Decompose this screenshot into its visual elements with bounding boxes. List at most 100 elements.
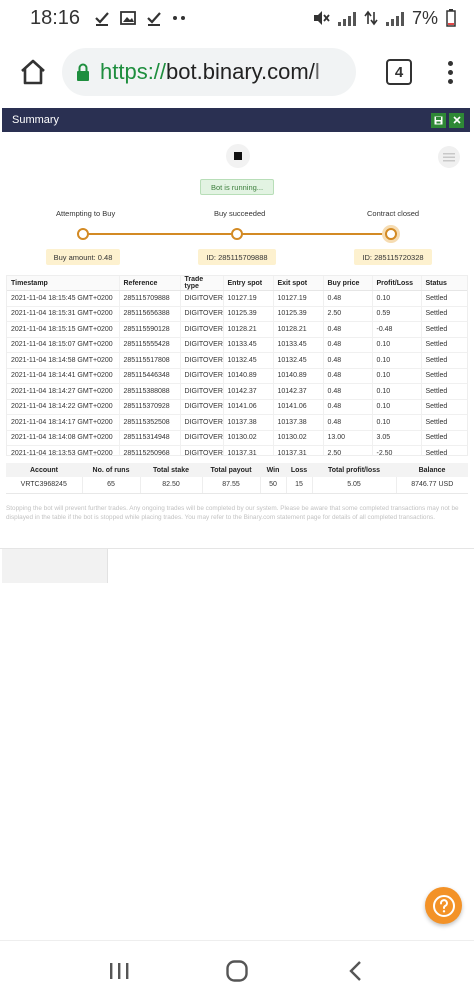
- tx-cell: -2.50: [371, 445, 421, 455]
- tx-cell: 13.00: [322, 430, 372, 446]
- tx-header-cell: Timestamp: [7, 276, 119, 291]
- step-dot-succeeded: [231, 228, 243, 240]
- tx-cell: Settled: [420, 430, 467, 446]
- help-button[interactable]: [425, 887, 462, 924]
- tx-cell: 2021-11-04 18:14:22 GMT+0200: [7, 399, 119, 415]
- url-scheme: https://: [100, 59, 167, 84]
- step-label-attempting: Attempting to Buy: [56, 209, 116, 218]
- tx-cell: 10142.37: [222, 383, 273, 400]
- tx-cell: 285115656388: [118, 306, 180, 322]
- tx-cell: Settled: [420, 306, 467, 322]
- address-bar[interactable]: https://bot.binary.com/l: [62, 48, 356, 96]
- tab-switcher-button[interactable]: 4: [386, 59, 412, 85]
- recent-apps-button[interactable]: [99, 951, 139, 991]
- home-button[interactable]: [16, 55, 50, 89]
- close-button[interactable]: [449, 112, 464, 128]
- tx-cell: 10140.89: [222, 368, 273, 384]
- tx-header-cell: Status: [420, 276, 467, 291]
- table-row: 2021-11-04 18:15:45 GMT+0200 285115709888…: [7, 290, 467, 307]
- save-icon: [434, 116, 443, 124]
- stats-header-cell: Total payout: [202, 463, 260, 477]
- tx-cell: -0.48: [371, 321, 421, 338]
- tx-cell: 0.59: [371, 306, 421, 322]
- more-menu-button[interactable]: [440, 60, 460, 84]
- stats-cell: 8746.77 USD: [395, 477, 468, 494]
- browser-toolbar: https://bot.binary.com/l 4: [0, 36, 474, 108]
- bot-running-badge: Bot is running...: [200, 179, 274, 195]
- stats-header-cell: Win: [260, 463, 286, 477]
- stop-bot-button[interactable]: [226, 144, 250, 168]
- tx-cell: DIGITOVER: [179, 445, 223, 455]
- stats-table: Account No. of runs Total stake Total payou…: [6, 463, 468, 494]
- tx-cell: Settled: [420, 383, 467, 400]
- tx-cell: 0.48: [322, 290, 372, 307]
- summary-header-buttons: [431, 112, 464, 128]
- tx-cell: 2021-11-04 18:15:31 GMT+0200: [7, 306, 119, 322]
- data-arrows-icon: [364, 10, 378, 26]
- stats-cell: 5.05: [311, 477, 396, 494]
- stats-cell: 87.55: [201, 477, 260, 494]
- menu-dot: [447, 78, 453, 84]
- tx-cell: 10133.45: [222, 337, 273, 353]
- transactions-header-row: Timestamp Reference Trade type Entry spot Ex…: [7, 276, 467, 291]
- tx-header-cell: Entry spot: [222, 276, 273, 291]
- tx-cell: DIGITOVER: [179, 290, 223, 307]
- recent-apps-icon: [110, 962, 129, 979]
- tx-cell: DIGITOVER: [179, 414, 223, 431]
- tx-cell: DIGITOVER: [179, 306, 223, 322]
- tx-cell: 0.48: [322, 352, 372, 369]
- table-row: 2021-11-04 18:14:41 GMT+0200 285115446348…: [7, 368, 467, 384]
- lock-icon: [77, 63, 89, 81]
- stats-header-cell: Account: [6, 463, 82, 477]
- tx-cell: 285115590128: [118, 321, 180, 338]
- tx-cell: 10125.39: [222, 306, 273, 322]
- stats-header-cell: Total profit/loss: [312, 463, 396, 477]
- table-row: 2021-11-04 18:14:17 GMT+0200 285115352508…: [7, 414, 467, 431]
- check-icon: [95, 12, 109, 26]
- home-nav-button[interactable]: [217, 951, 257, 991]
- tx-cell: 0.10: [371, 352, 421, 369]
- buy-amount-box: Buy amount: 0.48: [46, 249, 120, 265]
- table-row: 2021-11-04 18:14:58 GMT+0200 285115517808…: [7, 352, 467, 369]
- stats-cell: 82.50: [139, 477, 202, 494]
- save-button[interactable]: [431, 112, 446, 128]
- clear-stats-button[interactable]: [438, 146, 460, 168]
- tx-cell: 3.05: [371, 430, 421, 446]
- table-row: 2021-11-04 18:15:07 GMT+0200 285115555428…: [7, 337, 467, 353]
- table-row: 2021-11-04 18:13:53 GMT+0200 285115250968…: [7, 445, 467, 455]
- tx-cell: Settled: [420, 352, 467, 369]
- stats-table-container: Account No. of runs Total stake Total payou…: [6, 463, 468, 494]
- tx-cell: Settled: [420, 290, 467, 307]
- transactions-table-container[interactable]: Timestamp Reference Trade type Entry spot Ex…: [6, 275, 468, 456]
- back-button[interactable]: [335, 951, 375, 991]
- stats-cell: VRTC3968245: [6, 477, 82, 494]
- tx-cell: 0.48: [322, 399, 372, 415]
- url-text: https://bot.binary.com/l: [100, 59, 320, 85]
- tx-header-cell: Exit spot: [272, 276, 323, 291]
- tx-cell: DIGITOVER: [179, 352, 223, 369]
- tx-cell: 0.10: [371, 414, 421, 431]
- tx-cell: 0.10: [371, 368, 421, 384]
- tx-header-cell: Trade type: [179, 276, 223, 291]
- tx-cell: 2021-11-04 18:14:08 GMT+0200: [7, 430, 119, 446]
- tx-cell: DIGITOVER: [179, 368, 223, 384]
- tx-cell: 10137.31: [272, 445, 323, 455]
- status-time: 18:16: [30, 6, 81, 29]
- image-icon: [120, 11, 136, 25]
- tx-cell: 2021-11-04 18:14:27 GMT+0200: [7, 383, 119, 400]
- tx-cell: Settled: [420, 337, 467, 353]
- tx-header-cell: Reference: [118, 276, 180, 291]
- tx-cell: 285115388088: [118, 383, 180, 400]
- tx-cell: 10137.38: [272, 414, 323, 431]
- step-label-closed: Contract closed: [367, 209, 420, 218]
- tx-cell: 10127.19: [272, 290, 323, 307]
- tx-cell: 285115314948: [118, 430, 180, 446]
- tx-cell: 0.48: [322, 383, 372, 400]
- tx-cell: 10128.21: [272, 321, 323, 338]
- url-rest: l: [314, 59, 320, 84]
- tx-cell: 2021-11-04 18:14:41 GMT+0200: [7, 368, 119, 384]
- menu-dot: [447, 60, 453, 66]
- tx-cell: 285115517808: [118, 352, 180, 369]
- stats-header-cell: Total stake: [140, 463, 202, 477]
- stats-header-cell: Loss: [286, 463, 312, 477]
